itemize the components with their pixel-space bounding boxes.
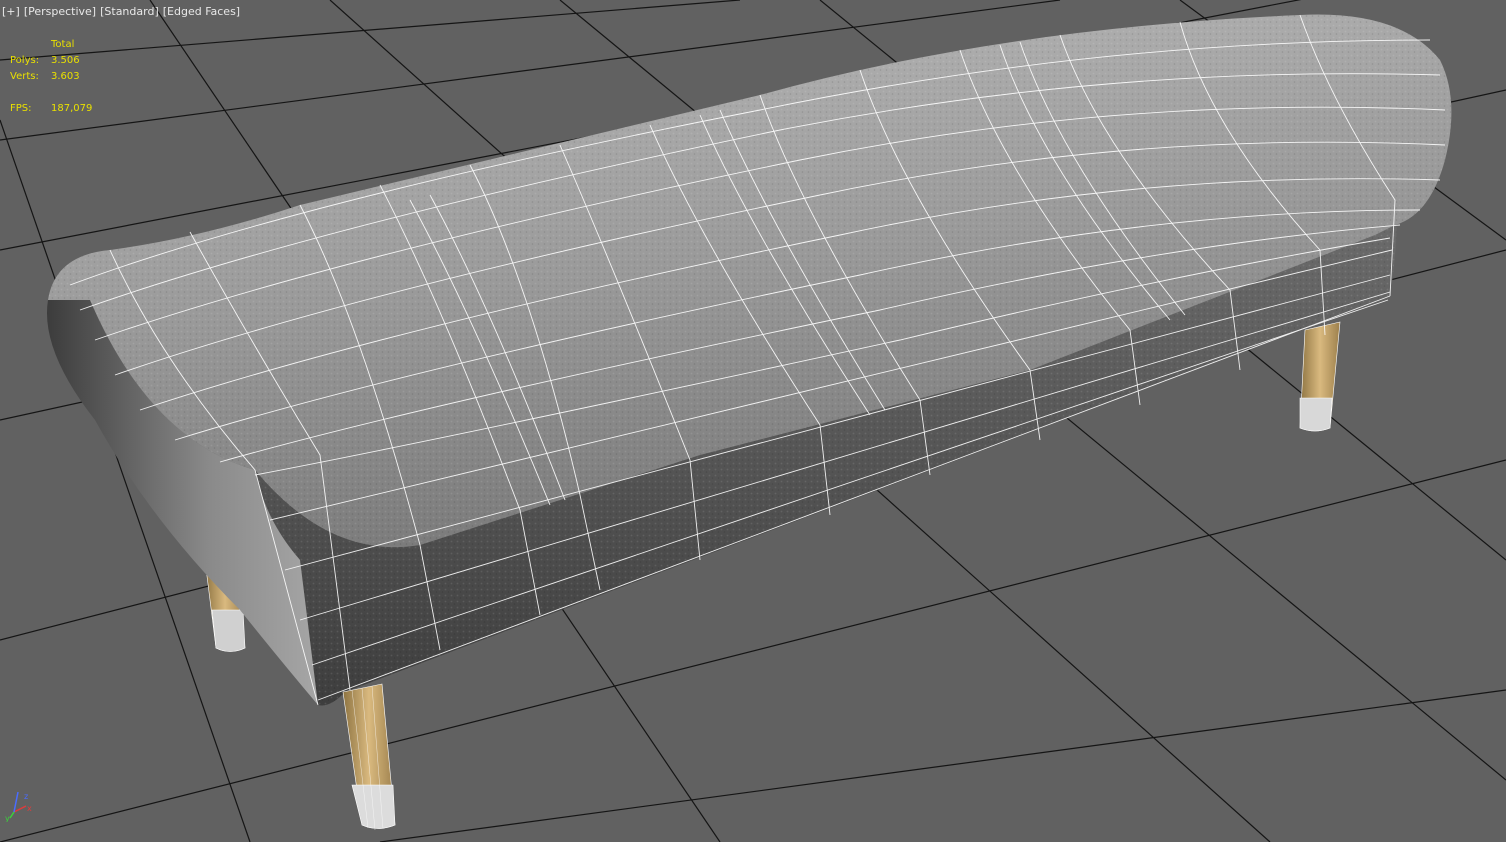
axis-z-line [13, 791, 19, 813]
axis-tripod-icon: z x y [5, 791, 32, 822]
bench-body [46, 14, 1452, 706]
viewport-view-menu[interactable]: [Perspective] [24, 5, 96, 18]
viewport-label-bar: [+] [Perspective] [Standard] [Edged Faces] [2, 5, 240, 19]
stats-fps-label: FPS: [10, 103, 32, 114]
viewport-shading-menu[interactable]: [Standard] [100, 5, 159, 18]
stats-polys-label: Polys: [10, 55, 40, 66]
viewport-scene[interactable] [0, 0, 1506, 842]
stats-verts-value: 3.603 [51, 71, 80, 82]
bench-leg-front-left [342, 683, 396, 831]
axis-x-line [13, 805, 27, 813]
bench-leg-back-right [1299, 321, 1341, 432]
viewport-plus-menu[interactable]: [+] [2, 5, 20, 18]
axis-x-label: x [27, 804, 32, 813]
axis-y-line [9, 811, 15, 819]
axis-z-label: z [24, 792, 28, 801]
stats-fps-value: 187,079 [51, 103, 93, 114]
stats-polys-value: 3.506 [51, 55, 80, 66]
stats-total-header: Total [51, 39, 75, 50]
stats-verts-label: Verts: [10, 71, 39, 82]
3d-viewport[interactable]: [+] [Perspective] [Standard] [Edged Faces] … [0, 0, 1506, 842]
axis-y-label: y [5, 814, 10, 822]
viewport-display-menu[interactable]: [Edged Faces] [163, 5, 240, 18]
